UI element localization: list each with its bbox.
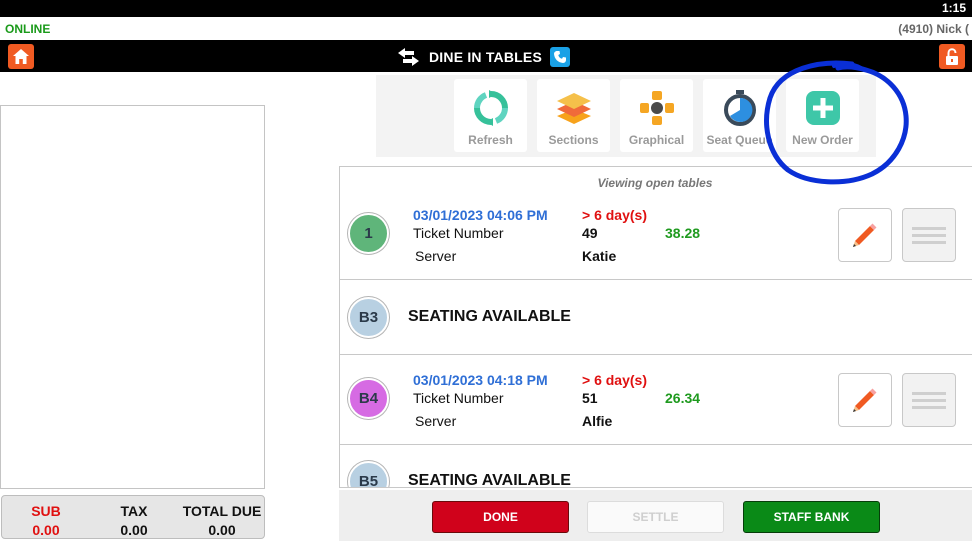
tax-label: TAX — [120, 503, 148, 519]
connection-status: ONLINE — [5, 22, 51, 36]
server-name: Katie — [582, 248, 617, 264]
ticket-number: 51 — [582, 390, 598, 406]
settle-button[interactable]: SETTLE — [587, 501, 724, 533]
total-due: TOTAL DUE 0.00 — [172, 502, 272, 540]
phone-icon — [554, 51, 566, 63]
lock-button[interactable] — [939, 44, 965, 69]
info-bar: ONLINE (4910) Nick ( — [0, 17, 972, 40]
refresh-label: Refresh — [468, 133, 513, 147]
timer-icon — [724, 90, 756, 126]
sections-button[interactable]: Sections — [537, 79, 610, 152]
table-badge: B4 — [348, 378, 389, 419]
table-badge: B5 — [348, 461, 389, 487]
subtotal: SUB 0.00 — [16, 502, 76, 540]
server-name: Alfie — [582, 413, 613, 429]
table-badge: 1 — [348, 213, 389, 254]
seating-status: SEATING AVAILABLE — [408, 308, 571, 325]
refresh-icon — [474, 90, 508, 126]
hamburger-icon — [912, 227, 946, 244]
current-user: (4910) Nick ( — [898, 22, 969, 36]
tax-value: 0.00 — [120, 522, 148, 538]
server-label: Server — [415, 248, 457, 264]
pencil-icon — [853, 223, 877, 247]
order-date: 03/01/2023 04:06 PM — [413, 207, 548, 223]
overdue-indicator: > 6 day(s) — [582, 372, 647, 388]
clock: 1:15 — [941, 1, 966, 15]
page-title: DINE IN TABLES — [429, 49, 542, 65]
seating-status: SEATING AVAILABLE — [408, 472, 571, 488]
edit-button[interactable] — [838, 373, 892, 427]
refresh-button[interactable]: Refresh — [454, 79, 527, 152]
totals-panel: SUB 0.00 TAX 0.00 TOTAL DUE 0.00 — [1, 495, 265, 539]
server-label: Server — [415, 413, 457, 429]
edit-button[interactable] — [838, 208, 892, 262]
tax: TAX 0.00 — [104, 502, 164, 540]
plus-icon — [806, 91, 840, 125]
staff-bank-button[interactable]: STAFF BANK — [743, 501, 880, 533]
seat-queue-button[interactable]: Seat Queue — [703, 79, 776, 152]
seat-queue-label: Seat Queue — [706, 133, 773, 147]
ticket-label: Ticket Number — [413, 225, 504, 241]
home-icon — [13, 49, 29, 64]
ticket-number: 49 — [582, 225, 598, 241]
table-row[interactable]: B5 SEATING AVAILABLE — [340, 445, 972, 488]
title-bar: DINE IN TABLES — [0, 40, 972, 72]
open-tables-list[interactable]: Viewing open tables 1 03/01/2023 04:06 P… — [339, 166, 972, 488]
pencil-icon — [853, 388, 877, 412]
phone-button[interactable] — [550, 47, 570, 67]
swap-icon[interactable] — [396, 47, 421, 67]
new-order-button[interactable]: New Order — [786, 79, 859, 152]
home-button[interactable] — [8, 44, 34, 69]
table-row[interactable]: B3 SEATING AVAILABLE — [340, 280, 972, 355]
toolbar: Refresh Sections Graphical Seat Queue Ne… — [376, 75, 876, 157]
lock-icon — [946, 47, 958, 65]
menu-button[interactable] — [902, 208, 956, 262]
status-bar: 1:15 — [0, 0, 972, 17]
graphical-button[interactable]: Graphical — [620, 79, 693, 152]
table-row[interactable]: B4 03/01/2023 04:18 PM > 6 day(s) Ticket… — [340, 355, 972, 445]
subtotal-value: 0.00 — [32, 522, 60, 538]
hamburger-icon — [912, 392, 946, 409]
order-amount: 38.28 — [665, 225, 701, 241]
order-panel — [0, 105, 265, 489]
order-amount: 26.34 — [665, 390, 701, 406]
graphical-icon — [640, 91, 674, 125]
subtotal-label: SUB — [31, 503, 61, 519]
new-order-label: New Order — [792, 133, 853, 147]
graphical-label: Graphical — [628, 133, 685, 147]
sections-label: Sections — [548, 133, 599, 147]
menu-button[interactable] — [902, 373, 956, 427]
done-button[interactable]: DONE — [432, 501, 569, 533]
action-bar: DONE SETTLE STAFF BANK — [339, 490, 972, 541]
ticket-label: Ticket Number — [413, 390, 504, 406]
layers-icon — [557, 93, 591, 124]
overdue-indicator: > 6 day(s) — [582, 207, 647, 223]
order-date: 03/01/2023 04:18 PM — [413, 372, 548, 388]
title-group: DINE IN TABLES — [396, 46, 570, 68]
table-row[interactable]: 1 03/01/2023 04:06 PM > 6 day(s) Ticket … — [340, 167, 972, 280]
total-due-label: TOTAL DUE — [182, 503, 262, 519]
total-due-value: 0.00 — [208, 522, 236, 538]
table-badge: B3 — [348, 297, 389, 338]
